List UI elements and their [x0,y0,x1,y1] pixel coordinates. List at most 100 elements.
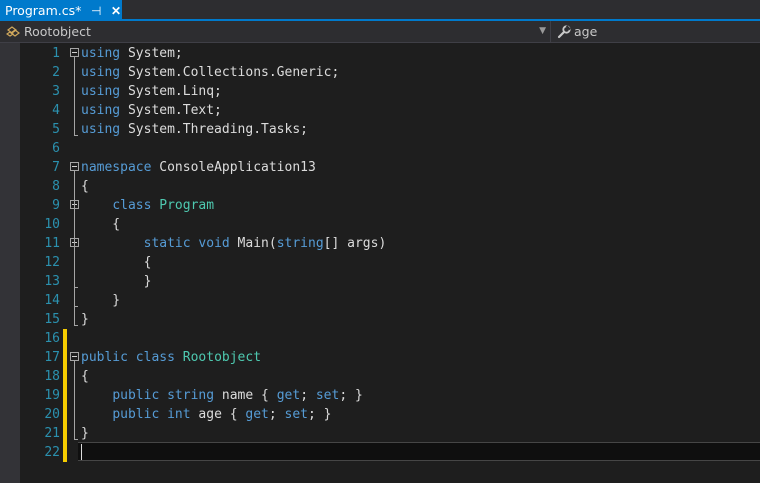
code-text[interactable]: using System.Collections.Generic; [81,63,339,82]
keyword-token: static [143,236,191,251]
code-line[interactable]: 2 using System.Collections.Generic; [0,63,760,82]
code-token: ; } [308,407,332,422]
keyword-token: string [167,388,215,403]
document-tab-bar: Program.cs* ⊣ ✕ [0,0,760,21]
change-indicator [63,348,67,367]
collapse-icon[interactable] [70,48,79,57]
chevron-down-icon[interactable]: ▼ [539,21,546,42]
change-indicator [63,405,67,424]
code-line[interactable]: 13 } [0,272,760,291]
code-text[interactable]: public string name { get; set; } [81,386,363,405]
keyword-token: using [81,65,121,80]
collapse-icon[interactable] [70,352,79,361]
code-text[interactable]: class Program [81,196,214,215]
code-line[interactable]: 6 [0,139,760,158]
code-line[interactable]: 10 { [0,215,760,234]
code-text[interactable]: } [81,310,89,329]
type-dropdown[interactable]: Rootobject ▼ [0,21,551,42]
line-number: 16 [44,331,60,346]
keyword-token: string [276,236,324,251]
member-dropdown-label: age [574,24,598,39]
collapse-icon[interactable] [70,162,79,171]
code-text[interactable]: { [81,367,89,386]
code-text[interactable]: } [81,291,120,310]
code-token: } [81,274,152,289]
code-text[interactable]: using System.Text; [81,101,222,120]
code-token: } [81,426,89,441]
keyword-token: public [112,388,160,403]
code-line[interactable]: 22 [0,443,760,462]
change-indicator [63,443,67,462]
code-token: System.Text; [120,103,222,118]
code-text[interactable]: { [81,253,152,272]
code-text[interactable]: { [81,215,120,234]
navigation-bar: Rootobject ▼ age [0,21,760,43]
keyword-token: using [81,103,121,118]
line-number: 21 [44,426,60,441]
code-line[interactable]: 11 static void Main(string[] args) [0,234,760,253]
keyword-token: public [81,350,128,365]
code-line[interactable]: 18 { [0,367,760,386]
code-line[interactable]: 7 namespace ConsoleApplication13 [0,158,760,177]
keyword-token: int [167,407,191,422]
code-line[interactable]: 8{ [0,177,760,196]
code-line[interactable]: 21} [0,424,760,443]
code-token: { [81,369,89,384]
code-line[interactable]: 20 public int age { get; set; } [0,405,760,424]
type-token: Rootobject [182,350,262,365]
line-number: 15 [44,312,60,327]
wrench-icon [557,24,571,39]
change-indicator [63,329,67,348]
code-token: [] args) [323,236,387,251]
code-text[interactable]: namespace ConsoleApplication13 [81,158,316,177]
type-token: Program [159,198,215,213]
code-line[interactable]: 15} [0,310,760,329]
code-line[interactable]: 19 public string name { get; set; } [0,386,760,405]
code-text[interactable]: using System.Linq; [81,82,222,101]
code-line[interactable]: 5 using System.Threading.Tasks; [0,120,760,139]
line-number: 12 [44,255,60,270]
code-line[interactable]: 14 } [0,291,760,310]
fold-guide-end [74,306,78,307]
line-number: 5 [52,122,60,137]
code-line[interactable]: 3 using System.Linq; [0,82,760,101]
member-dropdown[interactable]: age [552,21,760,42]
code-token: ConsoleApplication13 [151,160,316,175]
code-line[interactable]: 9 class Program [0,196,760,215]
code-token: Main( [229,236,277,251]
code-text[interactable]: } [81,424,89,443]
code-text[interactable]: using System; [81,44,183,63]
change-indicator [63,367,67,386]
close-icon[interactable]: ✕ [110,4,122,18]
keyword-token: class [135,350,175,365]
code-text[interactable]: static void Main(string[] args) [81,234,387,253]
keyword-token: namespace [81,160,152,175]
code-text[interactable]: public class Rootobject [81,348,261,367]
code-line[interactable]: 16 [0,329,760,348]
line-number: 10 [44,217,60,232]
code-line[interactable]: 1 using System; [0,44,760,63]
keyword-token: get [276,388,301,403]
keyword-token: public [112,407,160,422]
tab-program-cs[interactable]: Program.cs* ⊣ ✕ [0,0,122,21]
keyword-token: void [198,236,230,251]
code-text[interactable]: public int age { get; set; } [81,405,332,424]
code-line[interactable]: 12 { [0,253,760,272]
code-text[interactable]: using System.Threading.Tasks; [81,120,308,139]
code-text[interactable]: } [81,272,152,291]
code-editor[interactable]: 1 using System; 2 using System.Collections.… [0,43,760,483]
code-text[interactable]: { [81,177,89,196]
code-token: System.Linq; [120,84,222,99]
code-token: ; [268,407,285,422]
code-token: System.Threading.Tasks; [120,122,308,137]
pin-icon[interactable]: ⊣ [90,4,102,18]
code-line[interactable]: 17 public class Rootobject [0,348,760,367]
code-line[interactable]: 4 using System.Text; [0,101,760,120]
code-token: } [81,293,121,308]
line-number: 1 [52,46,60,61]
line-number: 2 [52,65,60,80]
code-token: { [81,179,89,194]
